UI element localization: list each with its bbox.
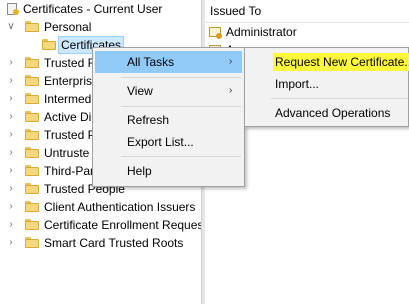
menu-item-view[interactable]: View › bbox=[95, 80, 242, 102]
menu-item-label: All Tasks bbox=[127, 55, 175, 69]
menu-item-label: Export List... bbox=[127, 135, 194, 149]
menu-separator bbox=[121, 106, 241, 107]
tree-item[interactable]: › Certificate Enrollment Reques bbox=[0, 216, 201, 234]
tree-item-personal[interactable]: ∨ Personal bbox=[0, 18, 200, 36]
tree-item[interactable]: › Client Authentication Issuers bbox=[0, 198, 200, 216]
column-header-label: Issued To bbox=[210, 4, 262, 18]
menu-item-all-tasks[interactable]: All Tasks › bbox=[95, 51, 242, 73]
menu-item-label: Refresh bbox=[127, 113, 170, 127]
chevron-right-icon[interactable]: › bbox=[5, 90, 17, 108]
folder-icon bbox=[25, 75, 39, 86]
tree-item-label: Certificate Enrollment Reques bbox=[44, 218, 201, 232]
chevron-right-icon[interactable]: › bbox=[5, 234, 17, 252]
menu-item-help[interactable]: Help bbox=[95, 160, 242, 182]
chevron-right-icon: › bbox=[229, 85, 233, 96]
folder-icon bbox=[25, 57, 39, 68]
menu-item-refresh[interactable]: Refresh bbox=[95, 109, 242, 131]
menu-item-export-list[interactable]: Export List... bbox=[95, 131, 242, 153]
folder-icon bbox=[25, 201, 39, 212]
chevron-right-icon[interactable]: › bbox=[5, 180, 17, 198]
tree-item-label: Active Di bbox=[44, 110, 92, 124]
menu-separator bbox=[121, 156, 241, 157]
tree-item-label: Enterprise bbox=[44, 74, 99, 88]
folder-icon bbox=[25, 183, 39, 194]
folder-icon bbox=[42, 39, 56, 50]
menu-separator bbox=[121, 77, 241, 78]
list-item[interactable]: Administrator bbox=[205, 23, 405, 41]
list-item-label: Administrator bbox=[226, 25, 297, 39]
column-header-issued-to[interactable]: Issued To bbox=[205, 0, 409, 23]
folder-icon bbox=[25, 21, 39, 32]
chevron-right-icon[interactable]: › bbox=[5, 162, 17, 180]
menu-item-label: Request New Certificate... bbox=[273, 53, 409, 71]
tree-item-label: Personal bbox=[44, 20, 92, 34]
folder-icon bbox=[25, 147, 39, 158]
menu-item-label: Advanced Operations bbox=[275, 106, 391, 120]
chevron-right-icon[interactable]: › bbox=[5, 108, 17, 126]
chevron-right-icon[interactable]: › bbox=[5, 144, 17, 162]
folder-icon bbox=[25, 219, 39, 230]
chevron-right-icon[interactable]: › bbox=[5, 126, 17, 144]
menu-item-label: Help bbox=[127, 164, 152, 178]
chevron-right-icon: › bbox=[229, 56, 233, 67]
tree-item-label: Client Authentication Issuers bbox=[44, 200, 196, 214]
tree-item-label: Trusted R bbox=[44, 56, 97, 70]
all-tasks-submenu: Request New Certificate... Import... Adv… bbox=[244, 47, 409, 127]
chevron-right-icon[interactable]: › bbox=[5, 216, 17, 234]
menu-item-label: View bbox=[127, 84, 153, 98]
tree-item-label: Trusted P bbox=[44, 128, 96, 142]
tree-item[interactable]: › Smart Card Trusted Roots bbox=[0, 234, 200, 252]
tree-item-label: Third-Par bbox=[44, 164, 95, 178]
chevron-right-icon[interactable]: › bbox=[5, 54, 17, 72]
folder-icon bbox=[25, 165, 39, 176]
menu-item-import[interactable]: Import... bbox=[247, 73, 408, 95]
certificate-store-icon bbox=[6, 2, 20, 16]
folder-icon bbox=[25, 93, 39, 104]
folder-icon bbox=[25, 129, 39, 140]
menu-separator bbox=[271, 98, 408, 99]
tree-item-label: Untruste bbox=[44, 146, 90, 160]
tree-item-label: Smart Card Trusted Roots bbox=[44, 236, 184, 250]
tree-item-label: Intermed bbox=[44, 92, 92, 106]
certificate-icon bbox=[209, 25, 223, 39]
context-menu: All Tasks › View › Refresh Export List..… bbox=[92, 47, 245, 187]
folder-icon bbox=[25, 237, 39, 248]
menu-item-label: Import... bbox=[275, 77, 320, 91]
chevron-right-icon[interactable]: › bbox=[5, 198, 17, 216]
menu-item-advanced-operations[interactable]: Advanced Operations bbox=[247, 102, 408, 124]
chevron-down-icon[interactable]: ∨ bbox=[5, 18, 17, 36]
menu-item-request-new-certificate[interactable]: Request New Certificate... bbox=[247, 51, 409, 73]
folder-icon bbox=[25, 111, 39, 122]
tree-root-label: Certificates - Current User bbox=[23, 2, 163, 16]
chevron-right-icon[interactable]: › bbox=[5, 72, 17, 90]
tree-root[interactable]: Certificates - Current User bbox=[0, 0, 200, 18]
